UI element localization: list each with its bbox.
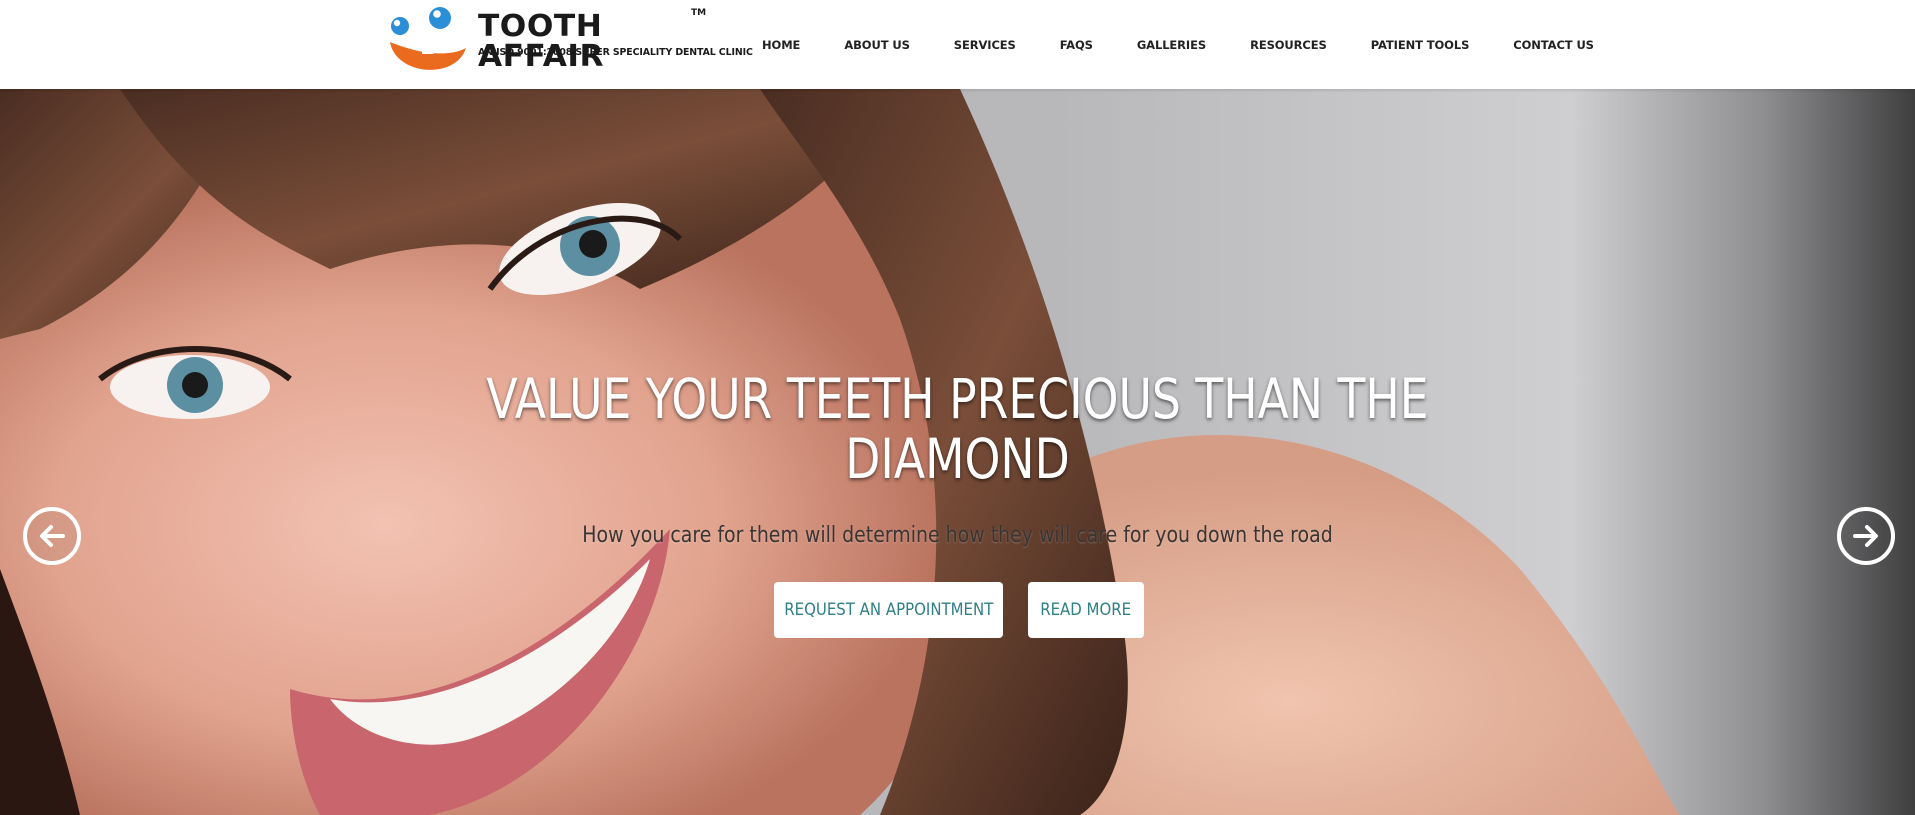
nav-resources[interactable]: RESOURCES <box>1228 38 1349 52</box>
hero-title: VALUE YOUR TEETH PRECIOUS THAN THE DIAMO… <box>163 369 1752 489</box>
request-appointment-label: REQUEST AN APPOINTMENT <box>783 600 994 620</box>
main-nav: HOME ABOUT US SERVICES FAQS GALLERIES RE… <box>740 0 1616 89</box>
slider-next-button[interactable] <box>1837 507 1895 565</box>
read-more-button[interactable]: READ MORE <box>1028 582 1144 638</box>
request-appointment-button[interactable]: REQUEST AN APPOINTMENT <box>774 582 1003 638</box>
hero-title-line-2: DIAMOND <box>845 427 1070 491</box>
nav-about-us[interactable]: ABOUT US <box>822 38 931 52</box>
hero-slider: VALUE YOUR TEETH PRECIOUS THAN THE DIAMO… <box>0 89 1915 815</box>
arrow-left-circle-icon <box>40 525 65 547</box>
slider-prev-button[interactable] <box>23 507 81 565</box>
read-more-label: READ MORE <box>1040 600 1132 620</box>
logo-tagline: AN ISO 9001:2008 SUPER SPECIALITY DENTAL… <box>478 47 753 58</box>
nav-patient-tools[interactable]: PATIENT TOOLS <box>1349 38 1492 52</box>
nav-services[interactable]: SERVICES <box>932 38 1038 52</box>
nav-contact-us[interactable]: CONTACT US <box>1491 38 1616 52</box>
site-logo[interactable]: TOOTH AFFAIR TM AN ISO 9001:2008 SUPER S… <box>386 4 753 74</box>
hero-title-line-1: VALUE YOUR TEETH PRECIOUS THAN THE <box>486 367 1429 431</box>
nav-home[interactable]: HOME <box>740 38 822 52</box>
hero-subtitle: How you care for them will determine how… <box>582 523 1333 548</box>
logo-trademark: TM <box>691 8 707 18</box>
site-header: TOOTH AFFAIR TM AN ISO 9001:2008 SUPER S… <box>0 0 1915 89</box>
nav-faqs[interactable]: FAQS <box>1038 38 1115 52</box>
logo-name: TOOTH AFFAIR <box>478 9 605 74</box>
nav-galleries[interactable]: GALLERIES <box>1115 38 1228 52</box>
tooth-affair-logo-icon <box>390 7 466 70</box>
arrow-right-circle-icon <box>1853 525 1878 547</box>
